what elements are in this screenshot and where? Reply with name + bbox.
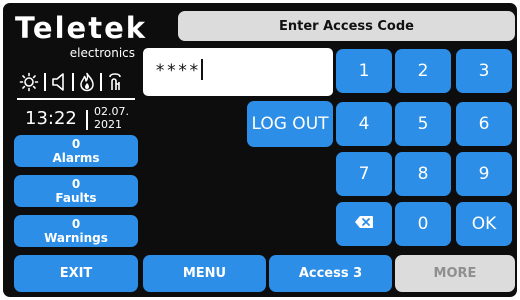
status-icons bbox=[19, 71, 135, 93]
icon-divider bbox=[100, 73, 102, 91]
warnings-label: Warnings bbox=[44, 231, 108, 245]
datetime-divider bbox=[17, 98, 135, 100]
speaker-icon bbox=[51, 72, 67, 92]
access-level-button[interactable]: Access 3 bbox=[269, 255, 392, 292]
clock-time: 13:22 bbox=[25, 108, 77, 129]
alarms-counter-button[interactable]: 0 Alarms bbox=[14, 135, 138, 167]
teletek-logo: Teletek electronics bbox=[13, 11, 145, 60]
key-3-button[interactable]: 3 bbox=[456, 49, 512, 93]
panel-screen: Teletek electronics 13:22 02.07. 2021 0 … bbox=[3, 3, 517, 297]
key-0-button[interactable]: 0 bbox=[395, 202, 451, 246]
access-code-value: **** bbox=[155, 59, 203, 81]
faults-counter-button[interactable]: 0 Faults bbox=[14, 175, 138, 207]
datetime-separator bbox=[86, 110, 88, 130]
datetime-display: 13:22 02.07. 2021 bbox=[17, 103, 137, 135]
key-6-button[interactable]: 6 bbox=[456, 102, 512, 146]
warnings-count: 0 bbox=[71, 217, 81, 231]
key-1-button[interactable]: 1 bbox=[336, 49, 392, 93]
ok-button[interactable]: OK bbox=[456, 202, 512, 246]
icon-divider bbox=[44, 73, 46, 91]
page-title: Enter Access Code bbox=[178, 11, 515, 41]
key-2-button[interactable]: 2 bbox=[395, 49, 451, 93]
faults-count: 0 bbox=[71, 177, 81, 191]
clock-date-day: 02.07. bbox=[94, 105, 129, 118]
fire-icon bbox=[79, 72, 95, 92]
backspace-button[interactable] bbox=[336, 202, 392, 246]
alarms-count: 0 bbox=[71, 137, 81, 151]
backspace-icon bbox=[354, 214, 374, 234]
clock-date-year: 2021 bbox=[94, 118, 122, 131]
icon-divider bbox=[72, 73, 74, 91]
key-4-button[interactable]: 4 bbox=[336, 102, 392, 146]
menu-button[interactable]: MENU bbox=[143, 255, 266, 292]
sun-icon bbox=[19, 72, 39, 92]
alarms-label: Alarms bbox=[52, 151, 100, 165]
exit-button[interactable]: EXIT bbox=[14, 255, 138, 292]
logo-subtext: electronics bbox=[69, 46, 135, 60]
key-7-button[interactable]: 7 bbox=[336, 152, 392, 196]
warnings-counter-button[interactable]: 0 Warnings bbox=[14, 215, 138, 247]
key-8-button[interactable]: 8 bbox=[395, 152, 451, 196]
more-button[interactable]: MORE bbox=[395, 255, 515, 292]
faults-label: Faults bbox=[55, 191, 97, 205]
logout-button[interactable]: LOG OUT bbox=[247, 101, 333, 147]
access-code-field[interactable]: **** bbox=[143, 48, 333, 96]
key-9-button[interactable]: 9 bbox=[456, 152, 512, 196]
key-5-button[interactable]: 5 bbox=[395, 102, 451, 146]
tap-icon bbox=[107, 72, 123, 92]
logo-text: Teletek bbox=[15, 11, 148, 45]
text-caret bbox=[200, 59, 203, 80]
